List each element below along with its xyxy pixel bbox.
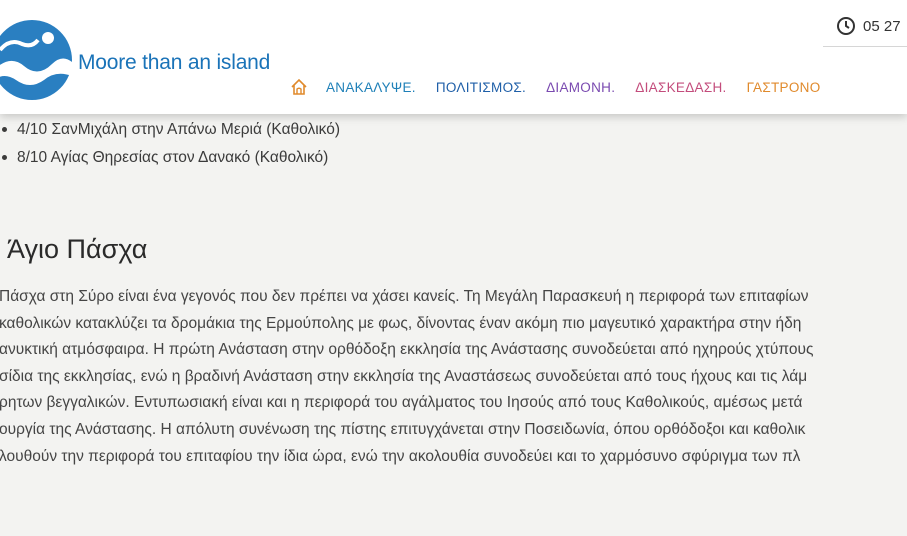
nav-item-gastronomy[interactable]: ΓΑΣΤΡΟΝΟ: [747, 80, 821, 95]
bullet-dot: [2, 155, 7, 160]
paragraph-line: ανυκτική ατμόσφαιρα. Η πρώτη Ανάσταση στ…: [0, 341, 814, 359]
home-icon[interactable]: [290, 78, 308, 96]
nav-item-accommodation[interactable]: ΔΙΑΜΟΝΗ.: [546, 80, 615, 95]
paragraph-line: Πάσχα στη Σύρο είναι ένα γεγονός που δεν…: [0, 288, 809, 305]
list-item: 4/10 ΣανΜιχάλη στην Απάνω Μεριά (Καθολικ…: [0, 120, 340, 148]
bullet-dot: [2, 127, 7, 132]
phone-number: 05 27: [863, 17, 901, 35]
nav-item-entertainment[interactable]: ΔΙΑΣΚΕΔΑΣΗ.: [635, 80, 726, 95]
aegean-sea-logo[interactable]: [0, 14, 78, 106]
phone-divider: [823, 46, 907, 47]
easter-paragraph: Πάσχα στη Σύρο είναι ένα γεγονός που δεν…: [0, 286, 907, 472]
phone-contact[interactable]: 05 27: [836, 16, 901, 36]
nav-item-culture[interactable]: ΠΟΛΙΤΙΣΜΟΣ.: [436, 80, 526, 95]
feast-list: 4/10 ΣανΜιχάλη στην Απάνω Μεριά (Καθολικ…: [0, 120, 340, 176]
page: Moore than an island 05 27 ΑΝΑΚΑΛΥΨΕ. ΠΟ…: [0, 0, 907, 536]
paragraph-line: ρητων βεγγαλικών. Εντυπωσιακή είναι και …: [0, 394, 803, 412]
list-item: 8/10 Αγίας Θηρεσίας στον Δανακό (Καθολικ…: [0, 148, 340, 176]
paragraph-line: λουθούν την περιφορά του επιταφίου την ί…: [0, 447, 801, 465]
clock-icon: [837, 17, 855, 35]
main-navigation: ΑΝΑΚΑΛΥΨΕ. ΠΟΛΙΤΙΣΜΟΣ. ΔΙΑΜΟΝΗ. ΔΙΑΣΚΕΔΑ…: [290, 78, 841, 96]
section-heading: Άγιο Πάσχα: [7, 234, 148, 264]
nav-item-discover[interactable]: ΑΝΑΚΑΛΥΨΕ.: [326, 80, 416, 95]
paragraph-line: καθολικών κατακλύζει τα δρομάκια της Ερμ…: [0, 314, 802, 332]
site-tagline[interactable]: Moore than an island: [78, 51, 270, 75]
site-header: Moore than an island 05 27 ΑΝΑΚΑΛΥΨΕ. ΠΟ…: [0, 0, 907, 114]
paragraph-line: ουργία της Ανάστασης. Η απόλυτη συνένωση…: [0, 420, 806, 438]
paragraph-line: σίδια της εκκλησίας, ενώ η βραδινή Ανάστ…: [0, 367, 808, 385]
